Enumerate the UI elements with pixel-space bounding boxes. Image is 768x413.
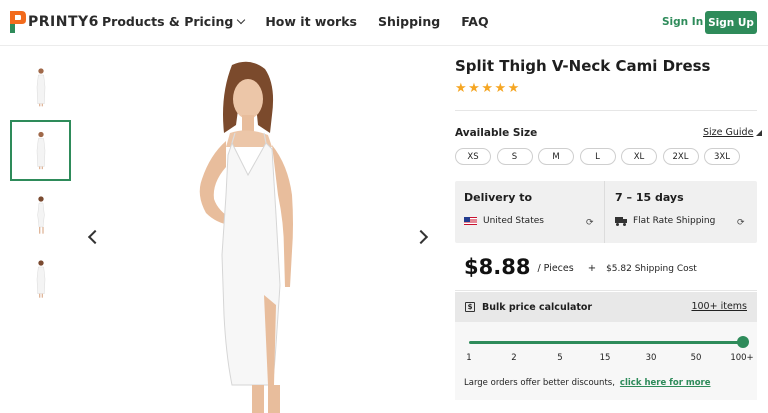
main-nav: Products & Pricing How it works Shipping… xyxy=(102,14,510,29)
tick-label[interactable]: 1 xyxy=(466,353,471,363)
tick-label[interactable]: 5 xyxy=(557,353,562,363)
swap-icon[interactable]: ⟳ xyxy=(737,218,745,228)
delivery-time: 7 – 15 days xyxy=(615,191,684,204)
price-unit: / Pieces xyxy=(537,263,574,274)
thumbnail-side[interactable] xyxy=(10,184,71,245)
logo[interactable]: PRINTY6 xyxy=(10,11,99,33)
logo-icon xyxy=(10,11,26,33)
nav-label: Products & Pricing xyxy=(102,14,234,29)
chevron-left-icon[interactable] xyxy=(87,229,103,245)
available-size-label: Available Size xyxy=(455,127,538,139)
bulk-calculator-label: Bulk price calculator xyxy=(482,301,593,313)
size-option-3xl[interactable]: 3XL xyxy=(704,148,740,165)
size-option-xs[interactable]: XS xyxy=(455,148,491,165)
chevron-down-icon xyxy=(237,15,246,24)
thumbnail-front-selected[interactable] xyxy=(10,120,71,181)
country-name: United States xyxy=(483,216,544,226)
delivery-method[interactable]: 7 – 15 days Flat Rate Shipping ⟳ xyxy=(606,181,757,243)
bulk-note: Large orders offer better discounts, clic… xyxy=(464,378,711,388)
delivery-panel: Delivery to United States ⟳ 7 – 15 days … xyxy=(455,181,757,243)
bulk-calculator-header: $ Bulk price calculator 100+ items xyxy=(455,292,757,322)
plus-sign: + xyxy=(587,262,597,274)
price-row: $8.88 / Pieces + $5.82 Shipping Cost xyxy=(455,243,757,291)
tick-label[interactable]: 15 xyxy=(600,353,611,363)
tick-label[interactable]: 2 xyxy=(511,353,516,363)
quantity-slider-track[interactable] xyxy=(469,341,742,344)
quantity-slider-handle[interactable] xyxy=(737,336,749,348)
shipping-method: Flat Rate Shipping xyxy=(615,216,715,226)
product-title: Split Thigh V-Neck Cami Dress xyxy=(455,57,711,75)
nav-shipping[interactable]: Shipping xyxy=(378,14,440,29)
bulk-more-link[interactable]: click here for more xyxy=(620,378,711,388)
thumbnail-front[interactable] xyxy=(10,56,71,117)
us-flag-icon xyxy=(464,217,477,225)
brand-name: PRINTY6 xyxy=(28,14,99,30)
rating-stars[interactable]: ★ ★ ★ ★ ★ xyxy=(455,81,521,97)
size-option-xl[interactable]: XL xyxy=(621,148,657,165)
product-main-image xyxy=(199,61,293,413)
shipping-method-label: Flat Rate Shipping xyxy=(633,216,716,226)
bulk-items-link[interactable]: 100+ items xyxy=(691,301,747,312)
ruler-icon xyxy=(756,129,763,136)
size-option-2xl[interactable]: 2XL xyxy=(662,148,699,165)
sign-in-link[interactable]: Sign In xyxy=(662,16,703,28)
chevron-right-icon[interactable] xyxy=(413,229,429,245)
delivery-to-label: Delivery to xyxy=(464,191,533,204)
thumbnail-back[interactable] xyxy=(10,248,71,309)
sign-up-button[interactable]: Sign Up xyxy=(705,11,757,34)
delivery-country: United States xyxy=(464,216,544,226)
size-option-m[interactable]: M xyxy=(538,148,574,165)
star-icon: ★ xyxy=(481,81,493,96)
size-option-s[interactable]: S xyxy=(496,148,533,165)
star-icon: ★ xyxy=(507,81,520,96)
size-guide-link[interactable]: Size Guide xyxy=(703,127,763,138)
nav-faq[interactable]: FAQ xyxy=(461,14,488,29)
delivery-destination[interactable]: Delivery to United States ⟳ xyxy=(455,181,605,243)
star-icon: ★ xyxy=(468,81,480,96)
unit-price: $8.88 xyxy=(464,254,531,279)
site-header: PRINTY6 Products & Pricing How it works … xyxy=(0,0,768,46)
dollar-icon: $ xyxy=(465,302,475,312)
quantity-ticks: 1 2 5 15 30 50 100+ xyxy=(455,353,757,365)
size-guide-label: Size Guide xyxy=(703,127,754,138)
tick-label[interactable]: 30 xyxy=(646,353,657,363)
star-icon: ★ xyxy=(494,81,507,96)
size-options: XS S M L XL 2XL 3XL xyxy=(455,148,746,165)
swap-icon[interactable]: ⟳ xyxy=(586,218,594,228)
bulk-note-text: Large orders offer better discounts, xyxy=(464,378,615,388)
shipping-cost: $5.82 Shipping Cost xyxy=(606,263,697,274)
divider xyxy=(455,110,757,111)
tick-label[interactable]: 100+ xyxy=(730,353,753,363)
thumbnail-list xyxy=(10,56,71,312)
tick-label[interactable]: 50 xyxy=(691,353,702,363)
quantity-slider-area: 1 2 5 15 30 50 100+ Large orders offer b… xyxy=(455,322,757,400)
star-icon: ★ xyxy=(455,81,467,96)
size-option-l[interactable]: L xyxy=(579,148,616,165)
nav-products-pricing[interactable]: Products & Pricing xyxy=(102,14,246,29)
truck-icon xyxy=(615,217,627,226)
nav-how-it-works[interactable]: How it works xyxy=(265,14,357,29)
